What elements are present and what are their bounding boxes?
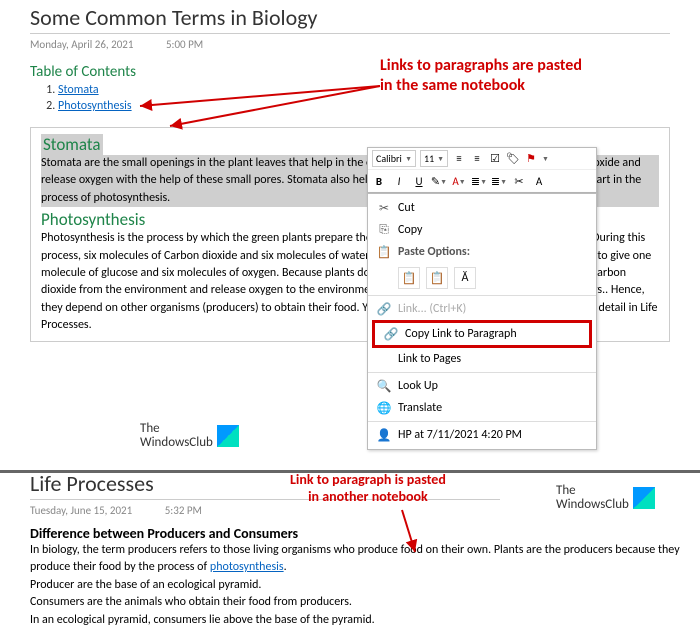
paste-options-row: 📋 📋 Ă [368,263,596,293]
bold-icon[interactable]: B [372,174,386,188]
paste-text-only[interactable]: Ă [454,267,476,289]
tag-icon[interactable]: 🏷 [506,152,520,166]
context-menu: ✂Cut ⎘Copy 📋Paste Options: 📋 📋 Ă 🔗Link..… [367,193,597,450]
font-size-select[interactable]: 11▼ [420,150,448,167]
logo-icon [633,487,655,509]
page2-time: 5:32 PM [165,504,202,517]
toc-link-stomata[interactable]: Stomata [58,83,99,97]
menu-copy[interactable]: ⎘Copy [368,219,596,241]
flag-icon[interactable]: ⚑ [524,152,538,166]
paragraph-p2-3: Consumers are the animals who obtain the… [30,594,700,611]
menu-translate[interactable]: 🌐Translate [368,397,596,419]
link-icon: 🔗 [374,302,394,317]
menu-copy-link-paragraph[interactable]: 🔗Copy Link to Paragraph [375,323,589,345]
mini-toolbar: Calibri▼ 11▼ ≡ ≡ ☑ 🏷 ⚑ ▼ B I U ✎▼ A▼ ≣▼ … [367,147,597,193]
italic-icon[interactable]: I [392,174,406,188]
date: Monday, April 26, 2021 [30,38,133,51]
highlight-icon[interactable]: ✎▼ [432,174,446,188]
font-color-icon[interactable]: A▼ [452,174,466,188]
toc-link-photosynthesis[interactable]: Photosynthesis [58,99,132,113]
paragraph-p2-4: In an ecological pyramid, consumers lie … [30,612,700,629]
todo-icon[interactable]: ☑ [488,152,502,166]
person-icon: 👤 [374,428,394,443]
outdent-icon[interactable]: ≡ [452,152,466,166]
windowsclub-logo: TheWindowsClub [140,422,239,449]
heading-diff-producers-consumers: Difference between Producers and Consume… [30,525,700,542]
menu-author-stamp[interactable]: 👤HP at 7/11/2021 4:20 PM [368,424,596,446]
paste-icon: 📋 [374,245,394,260]
time: 5:00 PM [166,38,203,51]
menu-lookup[interactable]: 🔍Look Up [368,375,596,397]
underline-icon[interactable]: U [412,174,426,188]
copy-icon: ⎘ [374,223,394,237]
translate-icon: 🌐 [374,401,394,416]
copy-link-icon: 🔗 [381,327,401,342]
annotation-2: Link to paragraph is pasted in another n… [290,472,446,506]
lookup-icon: 🔍 [374,379,394,394]
logo-icon [217,425,239,447]
paragraph-p2-2: Producer are the base of an ecological p… [30,577,700,594]
cut-icon: ✂ [374,201,394,216]
arrow-annotation-1 [135,84,385,144]
paste-merge-formatting[interactable]: 📋 [426,267,448,289]
menu-link-pages[interactable]: Link to Pages [368,348,596,370]
link-photosynthesis[interactable]: photosynthesis [210,560,284,574]
font-select[interactable]: Calibri▼ [372,150,416,167]
menu-link: 🔗Link... (Ctrl+K) [368,298,596,320]
bullet-list-icon[interactable]: ≣▼ [472,174,486,188]
heading-stomata: Stomata [41,134,103,155]
chevron-down-icon[interactable]: ▼ [542,154,549,163]
indent-icon[interactable]: ≡ [470,152,484,166]
arrow-annotation-2 [397,508,457,558]
menu-cut[interactable]: ✂Cut [368,197,596,219]
format-painter-icon[interactable]: ✂ [512,174,526,188]
page2-date: Tuesday, June 15, 2021 [30,504,132,517]
page-title: Some Common Terms in Biology [30,4,670,34]
number-list-icon[interactable]: ≣▼ [492,174,506,188]
paste-keep-formatting[interactable]: 📋 [398,267,420,289]
menu-paste-options: 📋Paste Options: [368,241,596,263]
date-line: Monday, April 26, 2021 5:00 PM [30,38,700,51]
windowsclub-logo-2: TheWindowsClub [556,484,655,511]
annotation-1: Links to paragraphs are pasted in the sa… [380,56,582,96]
toc-heading: Table of Contents [30,63,700,81]
styles-icon[interactable]: A [532,174,546,188]
paragraph-p2-1: In biology, the term producers refers to… [30,542,700,577]
